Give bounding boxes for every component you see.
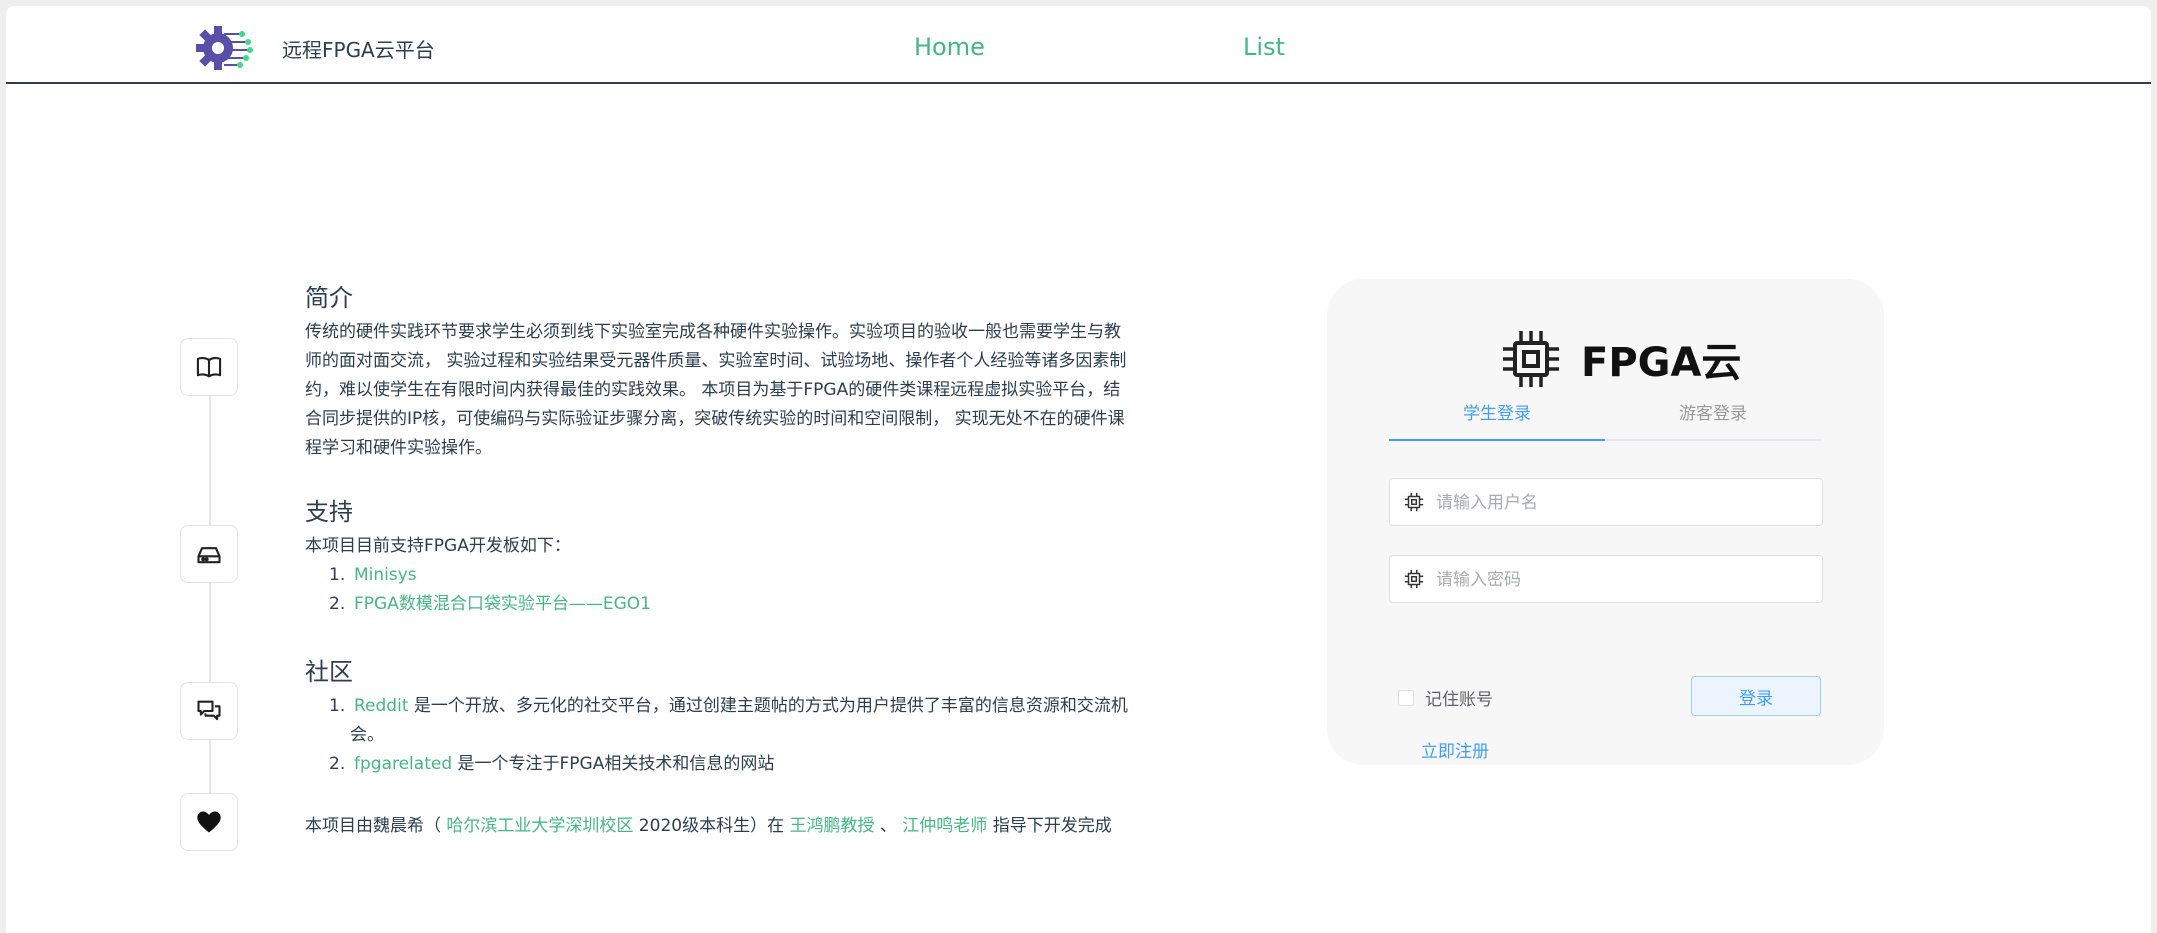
community-list: 1. Reddit 是一个开放、多元化的社交平台，通过创建主题帖的方式为用户提供… — [305, 692, 1185, 779]
reddit-description: 是一个开放、多元化的社交平台，通过创建主题帖的方式为用户提供了丰富的信息资源和交… — [408, 696, 1128, 716]
advisor-1-link[interactable]: 王鸿鹏教授 — [789, 816, 874, 836]
gear-circuit-logo[interactable] — [194, 18, 254, 78]
list-number: 1. — [329, 565, 346, 585]
timeline-node-community — [180, 682, 238, 740]
list-item: 2. FPGA数模混合口袋实验平台——EGO1 — [305, 590, 1185, 619]
minisys-link[interactable]: Minisys — [354, 565, 417, 585]
ego1-link[interactable]: FPGA数模混合口袋实验平台——EGO1 — [354, 594, 651, 614]
book-icon — [196, 357, 222, 378]
chip-icon — [1404, 569, 1424, 589]
password-field[interactable] — [1389, 555, 1823, 604]
register-link[interactable]: 立即注册 — [1421, 737, 1489, 762]
intro-line: 师的面对面交流， 实验过程和实验结果受元器件质量、实验室时间、试验场地、操作者个… — [305, 351, 1127, 371]
chat-icon — [197, 700, 221, 721]
support-text: 本项目目前支持FPGA开发板如下： — [305, 536, 571, 556]
timeline-node-intro — [180, 338, 238, 396]
advisor-2-link[interactable]: 江仲鸣老师 — [902, 816, 987, 836]
timeline-node-credits — [180, 793, 238, 851]
support-heading: 支持 — [305, 498, 353, 526]
heart-icon — [197, 811, 221, 833]
nav-home-link[interactable]: Home — [914, 33, 985, 61]
intro-line: 程学习和硬件实验操作。 — [305, 438, 492, 458]
school-link[interactable]: 哈尔滨工业大学深圳校区 — [446, 816, 633, 836]
remember-label: 记住账号 — [1425, 690, 1493, 710]
active-tab-indicator — [1389, 439, 1605, 441]
intro-line: 合同步提供的IP核，可使编码与实际验证步骤分离，突破传统实验的时间和空间限制， … — [305, 409, 1125, 429]
credits-middle: 2020级本科生）在 — [633, 816, 790, 836]
intro-line: 传统的硬件实践环节要求学生必须到线下实验室完成各种硬件实验操作。实验项目的验收一… — [305, 322, 1121, 342]
timeline-line — [209, 366, 211, 806]
credits-text: 本项目由魏晨希（ 哈尔滨工业大学深圳校区 2020级本科生）在 王鸿鹏教授 、 … — [305, 812, 1185, 841]
login-button[interactable]: 登录 — [1691, 676, 1821, 716]
list-number: 1. — [329, 696, 346, 716]
list-number: 2. — [329, 754, 346, 774]
tab-student-login[interactable]: 学生登录 — [1389, 399, 1605, 429]
intro-line: 约，难以使学生在有限时间内获得最佳的实践效果。 本项目为基于FPGA的硬件类课程… — [305, 380, 1121, 400]
reddit-link[interactable]: Reddit — [354, 696, 408, 716]
support-list: 1. Minisys 2. FPGA数模混合口袋实验平台——EGO1 — [305, 561, 1185, 619]
login-card: FPGA云 学生登录 游客登录 请输入用户名 记住账号 登录 立即注册 — [1327, 279, 1884, 765]
chip-icon — [1503, 331, 1559, 387]
fpgarelated-description: 是一个专注于FPGA相关技术和信息的网站 — [452, 754, 775, 774]
login-brand: FPGA云 — [1499, 327, 1741, 391]
tab-guest-login[interactable]: 游客登录 — [1605, 399, 1821, 429]
login-tabs: 学生登录 游客登录 — [1389, 399, 1821, 441]
site-title: 远程FPGA云平台 — [282, 38, 435, 62]
credits-suffix: 指导下开发完成 — [987, 816, 1112, 836]
nav-list-link[interactable]: List — [1243, 33, 1285, 61]
fpgarelated-link[interactable]: fpgarelated — [354, 754, 452, 774]
password-input[interactable] — [1434, 556, 1818, 604]
brand-title: FPGA云 — [1581, 340, 1742, 386]
credits-sep: 、 — [874, 816, 903, 836]
remember-checkbox[interactable] — [1398, 689, 1414, 706]
list-item: 2. fpgarelated 是一个专注于FPGA相关技术和信息的网站 — [305, 750, 1185, 779]
username-field[interactable] — [1389, 478, 1823, 527]
list-number: 2. — [329, 594, 346, 614]
list-item: 1. Reddit 是一个开放、多元化的社交平台，通过创建主题帖的方式为用户提供… — [305, 692, 1185, 750]
remember-account[interactable]: 记住账号 — [1398, 685, 1493, 710]
page: 远程FPGA云平台 Home List 简介 传统的硬件实践环节要求学生必须到线… — [6, 6, 2151, 933]
list-item: 1. Minisys — [305, 561, 1185, 590]
chip-icon — [1404, 492, 1424, 512]
timeline-node-support — [180, 525, 238, 583]
intro-heading: 简介 — [305, 284, 353, 312]
reddit-description-cont: 会。 — [350, 725, 384, 745]
community-heading: 社区 — [305, 658, 353, 686]
intro-paragraph: 传统的硬件实践环节要求学生必须到线下实验室完成各种硬件实验操作。实验项目的验收一… — [305, 318, 1185, 463]
credits-prefix: 本项目由魏晨希（ — [305, 816, 447, 836]
top-navbar: 远程FPGA云平台 Home List — [6, 6, 2151, 84]
router-icon — [197, 547, 221, 564]
username-input[interactable] — [1434, 479, 1818, 527]
